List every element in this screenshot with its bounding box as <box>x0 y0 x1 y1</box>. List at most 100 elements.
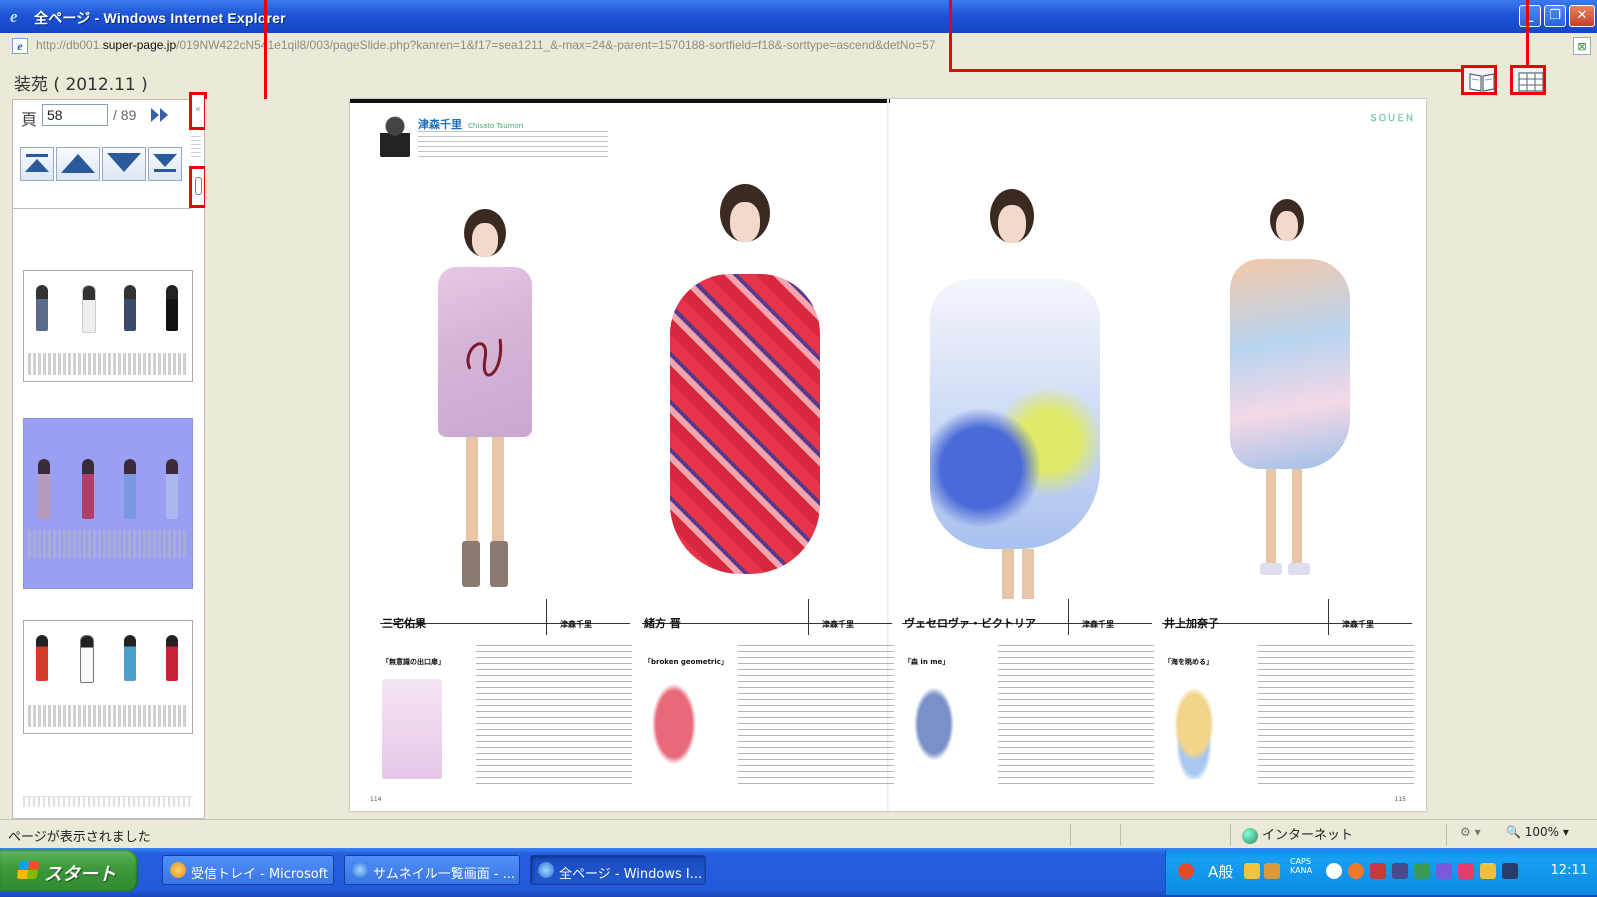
sidebar-divider <box>13 208 191 209</box>
thumb-figure <box>124 459 136 519</box>
tray-back-icon[interactable] <box>1326 863 1342 879</box>
thumbnail-page-56[interactable] <box>23 270 193 382</box>
taskbar: スタート 受信トレイ - Microsoft ... サムネイル一覧画面 - .… <box>0 848 1597 897</box>
mentor-name: 津森千里 Chisato Tsumori <box>418 118 524 131</box>
work-title: 「broken geometric」 <box>644 658 728 666</box>
caption-rule <box>546 599 547 635</box>
tray-app-icon[interactable] <box>1264 863 1280 879</box>
caption-3: ヴェセロヴァ・ビクトリア 津森千里 「森 in me」 <box>902 599 1157 799</box>
first-page-button[interactable] <box>20 147 54 181</box>
thumbnail-page-58[interactable] <box>23 418 193 589</box>
mentor-header: 津森千里 Chisato Tsumori <box>380 113 610 163</box>
security-zone[interactable]: インターネット <box>1242 824 1353 844</box>
taskbar-item-outlook[interactable]: 受信トレイ - Microsoft ... <box>162 855 334 885</box>
model-leg <box>1292 469 1302 569</box>
internet-explorer-icon: e <box>10 7 18 26</box>
tray-app-icon[interactable] <box>1244 863 1260 879</box>
page-viewer[interactable]: 津森千里 Chisato Tsumori ＳＯＵＥＮ 三宅佑果 津森千里 「無意… <box>205 99 1597 819</box>
start-button[interactable]: スタート <box>0 850 138 892</box>
status-separator <box>1446 824 1447 846</box>
thumb-figure <box>124 285 136 331</box>
open-book-icon <box>1469 73 1495 92</box>
work-title: 「海を眺める」 <box>1164 658 1213 666</box>
model-face <box>1276 211 1298 241</box>
tray-app-icon[interactable] <box>1348 863 1364 879</box>
viewer-header: 装苑 ( 2012.11 ) <box>0 59 1597 99</box>
design-sketch <box>904 679 964 779</box>
model-outfit <box>1230 259 1350 469</box>
mentor-bio <box>418 131 608 159</box>
globe-icon <box>1242 827 1258 844</box>
next-page-button[interactable] <box>102 147 146 181</box>
thumbnail-page-60[interactable] <box>23 620 193 734</box>
close-button[interactable]: ✕ <box>1569 5 1595 27</box>
tray-app-icon[interactable] <box>1392 863 1408 879</box>
last-page-icon <box>153 154 177 172</box>
thumbnail-partial[interactable] <box>23 796 193 807</box>
caption-4: 井上加奈子 津森千里 「海を眺める」 <box>1162 599 1417 799</box>
tray-app-icon[interactable] <box>1436 863 1452 879</box>
design-sketch <box>644 679 704 779</box>
left-page-number: 114 <box>370 796 382 803</box>
thumb-text <box>28 530 188 558</box>
thumb-figure <box>166 285 178 331</box>
mentor-label: 津森千里 <box>822 620 854 629</box>
address-url[interactable]: http://db001.super-page.jp/019NW422cN541… <box>36 38 935 52</box>
section-tag: ＳＯＵＥＮ <box>1368 114 1414 124</box>
tray-app-icon[interactable] <box>1458 863 1474 879</box>
grid-icon <box>1518 72 1544 92</box>
arrow-up-icon <box>61 154 95 173</box>
protected-mode-icon[interactable]: ⚙ ▾ <box>1460 825 1481 839</box>
taskbar-item-thumbnails[interactable]: サムネイル一覧画面 - ... <box>344 855 520 885</box>
first-page-icon <box>25 154 49 172</box>
thumb-figure <box>36 285 48 331</box>
caption-body-text <box>738 645 894 785</box>
thumb-text <box>28 705 188 727</box>
model-leg <box>466 437 478 557</box>
student-name: 三宅佑果 <box>382 617 426 630</box>
network-icon[interactable] <box>1502 863 1518 879</box>
status-separator <box>1070 824 1071 846</box>
design-sketch <box>382 679 442 779</box>
ime-indicator[interactable]: A般 <box>1208 861 1233 882</box>
book-view-button[interactable] <box>1461 65 1497 95</box>
last-page-button[interactable] <box>148 147 182 181</box>
caption-body-text <box>476 645 632 785</box>
previous-page-button[interactable] <box>56 147 100 181</box>
student-name: ヴェセロヴァ・ビクトリア <box>904 617 1036 630</box>
work-title: 「無意識の出口扉」 <box>382 658 445 666</box>
right-page-number: 115 <box>1394 796 1406 803</box>
taskbar-item-all-pages[interactable]: 全ページ - Windows I... <box>530 855 706 885</box>
work-title: 「森 in me」 <box>904 658 950 666</box>
caption-rule <box>1328 599 1329 635</box>
clock[interactable]: 12:11 <box>1551 863 1588 878</box>
annotation-line <box>949 69 1462 72</box>
page-number-input[interactable] <box>42 104 108 126</box>
model-photo-3 <box>910 189 1110 609</box>
model-outfit <box>670 274 820 574</box>
magazine-spread[interactable]: 津森千里 Chisato Tsumori ＳＯＵＥＮ 三宅佑果 津森千里 「無意… <box>350 99 1426 811</box>
zoom-level[interactable]: 🔍 100% ▾ <box>1506 825 1569 839</box>
page-total: / 89 <box>113 107 137 123</box>
document-title: 装苑 ( 2012.11 ) <box>14 75 148 95</box>
page-icon: e <box>12 38 28 54</box>
restore-button[interactable]: ❐ <box>1544 5 1566 27</box>
arrow-down-icon <box>107 153 141 172</box>
minimize-button[interactable]: _ <box>1519 5 1541 27</box>
status-separator <box>1230 824 1231 846</box>
thumb-figure <box>80 635 94 683</box>
tray-app-icon[interactable] <box>1414 863 1430 879</box>
scroll-grip[interactable] <box>191 136 201 160</box>
go-to-page-icon[interactable] <box>149 106 171 124</box>
model-leg <box>1002 549 1014 599</box>
tray-app-icon[interactable] <box>1370 863 1386 879</box>
tray-app-icon[interactable] <box>1178 863 1194 879</box>
grid-view-button[interactable] <box>1510 65 1546 95</box>
mentor-label: 津森千里 <box>1342 620 1374 629</box>
model-boot <box>490 541 508 587</box>
compatibility-icon[interactable]: ⊠ <box>1573 37 1591 55</box>
address-bar[interactable]: e http://db001.super-page.jp/019NW422cN5… <box>0 33 1597 60</box>
window-title-bar[interactable]: e 全ページ - Windows Internet Explorer _ ❐ ✕ <box>0 0 1597 33</box>
model-leg <box>1022 549 1034 599</box>
shield-icon[interactable] <box>1480 863 1496 879</box>
